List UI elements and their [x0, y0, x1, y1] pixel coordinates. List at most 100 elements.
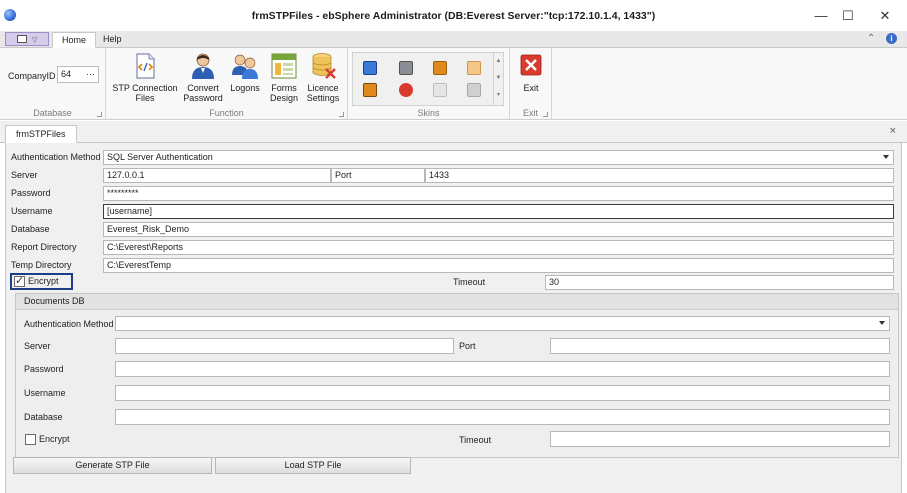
licence-icon	[308, 51, 338, 81]
convert-password-button[interactable]: Convert Password	[181, 51, 225, 103]
docs-password-label: Password	[24, 364, 64, 374]
stp-files-icon	[130, 51, 160, 81]
load-stp-file-button[interactable]: Load STP File	[215, 457, 411, 474]
docs-server-label: Server	[24, 341, 51, 351]
tab-home[interactable]: Home	[52, 32, 97, 48]
company-id-field[interactable]: 64 ···	[57, 66, 99, 83]
title-bar: frmSTPFiles - ebSphere Administrator (DB…	[0, 0, 907, 32]
docs-encrypt-checkbox[interactable]	[25, 434, 36, 445]
group-label-skins: Skins	[417, 108, 440, 118]
skin-gallery-scroll[interactable]: ▲ ▼ ▾	[493, 53, 503, 105]
collapse-ribbon-icon[interactable]: ⌃	[867, 33, 875, 44]
app-menu-icon	[17, 35, 27, 43]
docs-username-label: Username	[24, 388, 66, 398]
database-input[interactable]: Everest_Risk_Demo	[103, 222, 894, 237]
document-tab-strip: frmSTPFiles ×	[0, 121, 907, 143]
browse-company-button[interactable]: ···	[86, 67, 95, 82]
group-label-function: Function	[209, 108, 244, 118]
app-menu-button[interactable]: ▽	[5, 32, 49, 46]
group-label-database: Database	[33, 108, 72, 118]
temp-directory-input[interactable]: C:\EverestTemp	[103, 258, 894, 273]
password-input[interactable]: *********	[103, 186, 894, 201]
convert-password-label-2: Password	[183, 93, 223, 103]
forms-design-label-2: Design	[269, 93, 298, 103]
forms-design-button[interactable]: Forms Design	[266, 51, 302, 103]
port-input[interactable]: 1433	[425, 168, 894, 183]
docs-server-input[interactable]	[115, 338, 454, 354]
form-design-icon	[269, 51, 299, 81]
report-directory-input[interactable]: C:\Everest\Reports	[103, 240, 894, 255]
auth-method-label: Authentication Method	[11, 152, 101, 162]
forms-design-label-1: Forms	[271, 83, 297, 93]
licence-settings-button[interactable]: Licence Settings	[304, 51, 342, 103]
server-input[interactable]: 127.0.0.1	[103, 168, 331, 183]
group-launcher-icon[interactable]	[543, 112, 548, 117]
generate-stp-file-button[interactable]: Generate STP File	[13, 457, 212, 474]
tab-help[interactable]: Help	[94, 32, 131, 48]
port-label: Port	[331, 168, 425, 183]
close-document-icon[interactable]: ×	[890, 125, 896, 137]
close-button[interactable]: ✕	[870, 6, 900, 26]
info-icon[interactable]: i	[886, 33, 897, 44]
minimize-button[interactable]: —	[806, 6, 836, 26]
ribbon-tab-icons: ⌃ i	[867, 33, 897, 44]
docs-auth-method-select[interactable]	[115, 316, 890, 331]
exit-button[interactable]: Exit	[514, 51, 548, 93]
group-launcher-icon[interactable]	[339, 112, 344, 117]
temp-directory-label: Temp Directory	[11, 260, 72, 270]
docs-timeout-input[interactable]	[550, 431, 890, 447]
users-icon	[230, 51, 260, 81]
auth-method-value: SQL Server Authentication	[107, 152, 213, 162]
stp-connection-files-button[interactable]: STP Connection Files	[112, 51, 178, 103]
window-title: frmSTPFiles - ebSphere Administrator (DB…	[251, 10, 656, 22]
licence-settings-label-1: Licence	[307, 83, 339, 93]
maximize-button[interactable]: ☐	[833, 6, 863, 26]
encrypt-label: Encrypt	[28, 276, 59, 286]
skin-silver-icon[interactable]	[467, 83, 481, 97]
skin-red-icon[interactable]	[399, 83, 413, 97]
stp-connection-label-1: STP Connection	[112, 83, 178, 93]
skin-dark-orange-icon[interactable]	[363, 83, 377, 97]
docs-encrypt-label: Encrypt	[39, 434, 70, 444]
auth-method-select[interactable]: SQL Server Authentication	[103, 150, 894, 165]
timeout-label: Timeout	[453, 277, 486, 287]
logons-label: Logons	[230, 83, 260, 93]
password-label: Password	[11, 188, 51, 198]
skin-gray-icon[interactable]	[399, 61, 413, 75]
report-directory-label: Report Directory	[11, 242, 77, 252]
encrypt-checkbox[interactable]: ✓	[14, 275, 25, 287]
skin-office-icon[interactable]	[433, 61, 447, 75]
documents-db-group: Documents DB Authentication Method Serve…	[15, 293, 899, 458]
docs-timeout-label: Timeout	[459, 435, 492, 445]
ribbon-group-database: CompanyID 64 ··· Database	[0, 48, 106, 120]
docs-port-label: Port	[459, 341, 476, 351]
ribbon-group-function: STP Connection Files Convert Password Lo…	[106, 48, 348, 120]
stp-files-form: Authentication Method SQL Server Authent…	[5, 143, 902, 493]
timeout-input[interactable]: 30	[545, 275, 894, 290]
docs-password-input[interactable]	[115, 361, 890, 377]
chevron-down-icon: ▽	[32, 37, 38, 44]
skin-office-light-icon[interactable]	[467, 61, 481, 75]
username-input[interactable]: [username]	[103, 204, 894, 219]
ribbon-tab-bar: ▽ Home Help ⌃ i	[0, 31, 907, 48]
documents-db-title: Documents DB	[16, 294, 898, 310]
skin-gallery[interactable]: ▲ ▼ ▾	[352, 52, 504, 106]
skin-light-icon[interactable]	[433, 83, 447, 97]
docs-username-input[interactable]	[115, 385, 890, 401]
exit-label: Exit	[523, 83, 539, 93]
logons-button[interactable]: Logons	[227, 51, 263, 93]
company-id-value: 64	[61, 69, 72, 79]
stp-connection-label-2: Files	[135, 93, 155, 103]
chevron-down-icon	[879, 321, 885, 325]
skin-blue-icon[interactable]	[363, 61, 377, 75]
docs-database-input[interactable]	[115, 409, 890, 425]
tab-frmstpfiles[interactable]: frmSTPFiles	[5, 125, 77, 143]
docs-port-input[interactable]	[550, 338, 890, 354]
user-convert-icon	[188, 51, 218, 81]
checkmark-icon: ✓	[15, 275, 25, 287]
docs-database-label: Database	[24, 412, 63, 422]
ribbon: CompanyID 64 ··· Database STP Connection…	[0, 48, 907, 120]
company-id-label: CompanyID	[8, 71, 56, 81]
convert-password-label-1: Convert	[187, 83, 219, 93]
group-launcher-icon[interactable]	[97, 112, 102, 117]
